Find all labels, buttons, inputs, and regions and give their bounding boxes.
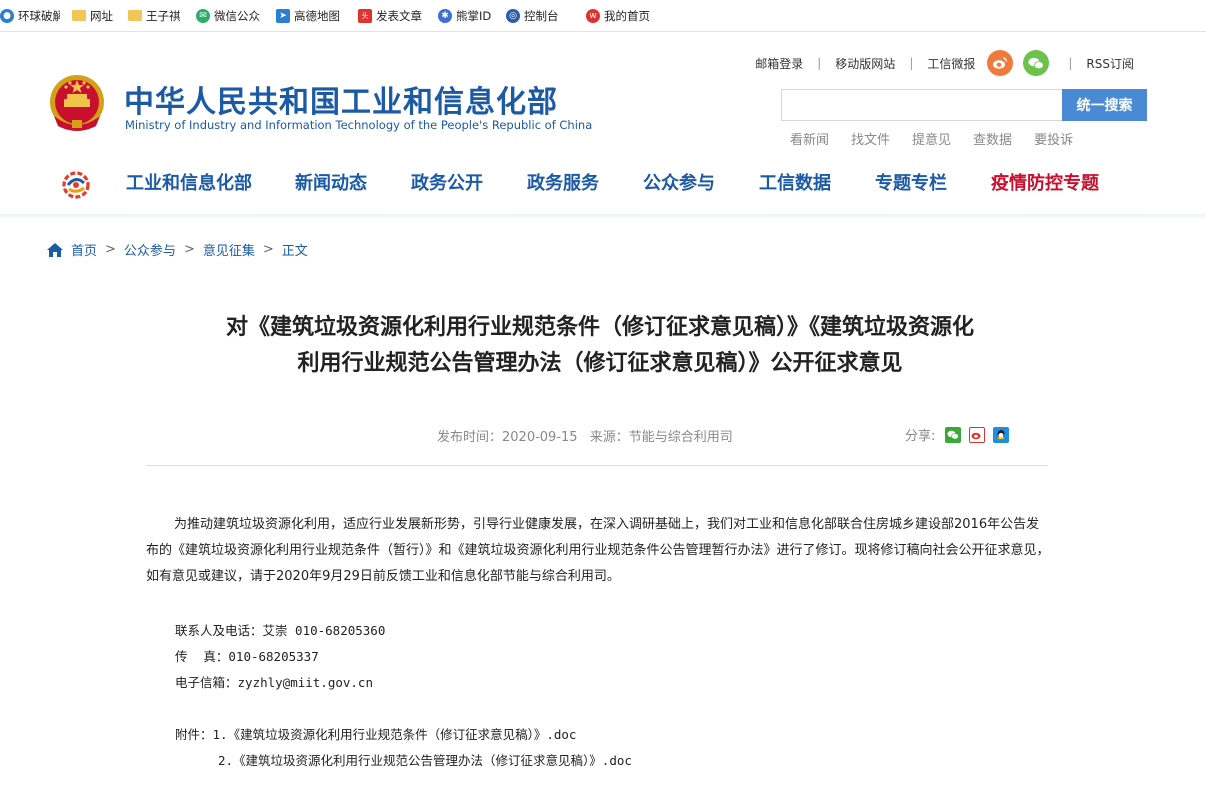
nav-item-public[interactable]: 公众参与 xyxy=(643,170,715,198)
miit-logo-icon[interactable] xyxy=(60,170,92,200)
nav-divider xyxy=(0,214,1206,220)
bookmarks-bar: ● 环球破解 网址 王子祺 ✉ 微信公众 ➤ 高德地图 头 发表文章 ✱ 熊掌I… xyxy=(0,0,1206,32)
quick-link-data[interactable]: 查数据 xyxy=(973,129,1012,148)
map-icon: ➤ xyxy=(276,8,290,23)
wechat-share-icon[interactable] xyxy=(945,426,962,443)
attachment-label: 附件： xyxy=(175,727,213,742)
contact-line: 联系人及电话：艾崇 010-68205360 xyxy=(175,620,385,639)
article-meta: 发布时间：2020-09-15 来源：节能与综合利用司 xyxy=(437,426,733,445)
fax-line: 传 真：010-68205337 xyxy=(175,646,319,665)
nav-item-news[interactable]: 新闻动态 xyxy=(295,170,367,198)
bookmark-toutiao[interactable]: 头 发表文章 xyxy=(358,0,438,32)
attachment-line-1: 附件：1.《建筑垃圾资源化利用行业规范条件（修订征求意见稿）》.doc xyxy=(175,724,576,743)
paw-icon: ✱ xyxy=(438,8,452,23)
quick-link-files[interactable]: 找文件 xyxy=(851,129,890,148)
fax-value: 010-68205337 xyxy=(228,649,319,664)
nav-item-gov-service[interactable]: 政务服务 xyxy=(527,170,599,198)
folder-icon xyxy=(72,10,86,21)
bookmark-weibo[interactable]: w 我的首页 xyxy=(586,0,656,32)
attachment-link-2[interactable]: 2.《建筑垃圾资源化利用行业规范公告管理办法（修订征求意见稿）》.doc xyxy=(218,753,632,768)
unified-search-button[interactable]: 统一搜索 xyxy=(1062,89,1147,121)
console-icon: ◎ xyxy=(506,8,520,23)
crumb-home[interactable]: 首页 xyxy=(71,240,97,259)
fax-label: 传 真： xyxy=(175,649,229,664)
site-title: 中华人民共和国工业和信息化部 xyxy=(124,85,558,120)
separator: | xyxy=(817,56,822,70)
bookmark-xiongzhang[interactable]: ✱ 熊掌ID xyxy=(438,0,506,32)
main-nav: 工业和信息化部 新闻动态 政务公开 政务服务 公众参与 工信数据 专题专栏 疫情… xyxy=(126,170,1099,198)
article-title-line1: 对《建筑垃圾资源化利用行业规范条件（修订征求意见稿）》《建筑垃圾资源化 xyxy=(225,315,974,340)
bookmark-wangzhi[interactable]: 网址 xyxy=(72,0,128,32)
separator: | xyxy=(1068,56,1073,70)
email-login-link[interactable]: 邮箱登录 xyxy=(755,55,803,72)
contact-value: 艾崇 010-68205360 xyxy=(262,623,386,638)
bookmark-wechat[interactable]: ✉ 微信公众 xyxy=(196,0,276,32)
nav-item-gov-open[interactable]: 政务公开 xyxy=(411,170,483,198)
bookmark-wangziqi[interactable]: 王子祺 xyxy=(128,0,196,32)
weibo-share-icon[interactable] xyxy=(969,426,986,443)
weibo-icon: w xyxy=(586,8,600,23)
quick-link-suggest[interactable]: 提意见 xyxy=(912,129,951,148)
folder-icon xyxy=(128,10,142,21)
attachment-link-1[interactable]: 1.《建筑垃圾资源化利用行业规范条件（修订征求意见稿）》.doc xyxy=(213,727,577,742)
weibo-icon[interactable] xyxy=(987,50,1014,76)
crumb-separator: > xyxy=(105,242,116,257)
qq-share-icon[interactable] xyxy=(993,426,1010,443)
mobile-site-link[interactable]: 移动版网站 xyxy=(835,55,895,72)
breadcrumb: 首页 > 公众参与 > 意见征集 > 正文 xyxy=(46,240,308,259)
article-title: 对《建筑垃圾资源化利用行业规范条件（修订征求意见稿）》《建筑垃圾资源化 利用行业… xyxy=(150,310,1050,382)
nav-item-data[interactable]: 工信数据 xyxy=(759,170,831,198)
separator: | xyxy=(909,56,914,70)
home-icon[interactable] xyxy=(46,242,64,258)
email-line: 电子信箱：zyzhly@miit.gov.cn xyxy=(175,672,373,691)
email-value[interactable]: zyzhly@miit.gov.cn xyxy=(238,675,373,690)
quick-link-complaint[interactable]: 要投诉 xyxy=(1034,129,1073,148)
crumb-separator: > xyxy=(262,242,274,257)
wechat-icon[interactable] xyxy=(1023,50,1050,76)
globe-icon: ● xyxy=(0,8,14,23)
share-label: 分享: xyxy=(905,429,936,444)
bookmark-huanqiu[interactable]: ● 环球破解 xyxy=(0,0,60,32)
nav-item-epidemic[interactable]: 疫情防控专题 xyxy=(991,170,1099,198)
publish-date: 发布时间：2020-09-15 xyxy=(437,430,578,445)
nav-item-topics[interactable]: 专题专栏 xyxy=(875,170,947,198)
bookmark-console[interactable]: ◎ 控制台 xyxy=(506,0,586,32)
toutiao-icon: 头 xyxy=(358,8,372,23)
quick-links: 看新闻 找文件 提意见 查数据 要投诉 xyxy=(790,129,1095,148)
article-source: 来源：节能与综合利用司 xyxy=(589,430,733,445)
search-input[interactable] xyxy=(781,89,1063,121)
nav-item-miit[interactable]: 工业和信息化部 xyxy=(126,170,252,198)
top-utility-links: 邮箱登录 | 移动版网站 | 工信微报 | RSS订阅 xyxy=(755,50,1134,76)
national-emblem-icon xyxy=(50,75,104,131)
crumb-current: 正文 xyxy=(281,244,308,259)
rss-link[interactable]: RSS订阅 xyxy=(1086,55,1134,72)
crumb-separator: > xyxy=(183,242,195,257)
article-title-line2: 利用行业规范公告管理办法（修订征求意见稿）》公开征求意见 xyxy=(297,351,903,376)
contact-label: 联系人及电话： xyxy=(175,623,263,638)
crumb-solicitation[interactable]: 意见征集 xyxy=(203,240,255,259)
crumb-public[interactable]: 公众参与 xyxy=(124,240,176,259)
attachment-line-2: 2.《建筑垃圾资源化利用行业规范公告管理办法（修订征求意见稿）》.doc xyxy=(218,750,632,769)
share-bar: 分享: xyxy=(905,425,1010,444)
article-body-paragraph: 为推动建筑垃圾资源化利用，适应行业发展新形势，引导行业健康发展，在深入调研基础上… xyxy=(146,517,1050,584)
site-subtitle: Ministry of Industry and Information Tec… xyxy=(125,118,593,132)
quick-link-news[interactable]: 看新闻 xyxy=(790,129,829,148)
article-divider xyxy=(146,465,1048,466)
miit-weibo-link[interactable]: 工信微报 xyxy=(927,55,975,72)
wechat-icon: ✉ xyxy=(196,8,210,23)
bookmark-amap[interactable]: ➤ 高德地图 xyxy=(276,0,358,32)
email-label: 电子信箱： xyxy=(175,675,238,690)
